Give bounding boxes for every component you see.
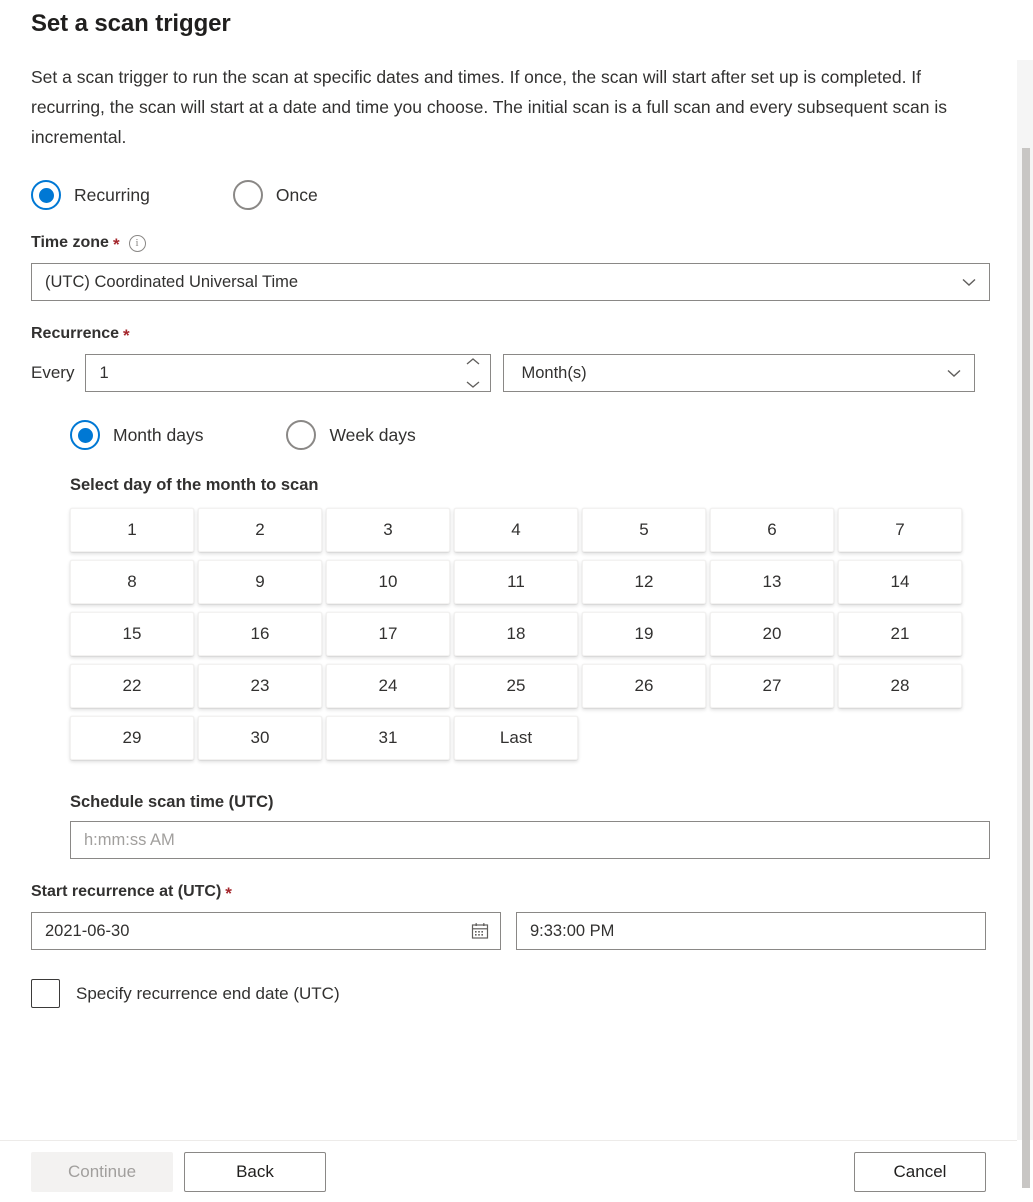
stepper-buttons[interactable] [460, 352, 486, 394]
day-cell[interactable]: 3 [326, 508, 450, 552]
recurrence-mode-radio-group: Month days Week days [70, 420, 986, 450]
day-cell[interactable]: 29 [70, 716, 194, 760]
day-cell[interactable]: 5 [582, 508, 706, 552]
radio-icon-once[interactable] [232, 180, 263, 210]
day-cell[interactable]: 14 [838, 560, 962, 604]
chevron-up-icon[interactable] [465, 352, 481, 371]
day-cell[interactable]: 2 [198, 508, 322, 552]
day-cell[interactable]: 23 [198, 664, 322, 708]
page-title: Set a scan trigger [31, 10, 231, 37]
day-cell[interactable]: 22 [70, 664, 194, 708]
specify-end-date-label: Specify recurrence end date (UTC) [76, 983, 340, 1003]
radio-dot [77, 427, 93, 443]
day-cell[interactable]: 13 [710, 560, 834, 604]
start-recurrence-label: Start recurrence at (UTC) * [31, 881, 986, 903]
radio-icon-month-days[interactable] [70, 420, 100, 450]
calendar-icon[interactable] [470, 921, 490, 941]
dialog-footer: Continue Back Cancel [0, 1140, 1017, 1202]
specify-end-date-checkbox-row[interactable]: Specify recurrence end date (UTC) [31, 979, 986, 1008]
day-cell[interactable]: 10 [326, 560, 450, 604]
recurrence-label: Recurrence * [31, 323, 986, 345]
radio-option-month-days[interactable]: Month days [70, 420, 203, 450]
time-zone-label: Time zone * i [31, 232, 986, 254]
recurrence-interval-row: Every 1 Month(s) [31, 354, 986, 392]
required-marker: * [225, 884, 232, 903]
radio-option-once[interactable]: Once [232, 180, 318, 210]
start-recurrence-row: 2021-06-30 9:33:00 PM [31, 912, 986, 950]
chevron-down-icon[interactable] [943, 362, 965, 384]
set-scan-trigger-dialog: Set a scan trigger Set a scan trigger to… [0, 0, 1033, 1202]
scrollbar-thumb[interactable] [1022, 148, 1030, 1188]
radio-label-week-days: Week days [329, 425, 416, 445]
dialog-content: Set a scan trigger Set a scan trigger to… [0, 0, 1017, 1140]
required-marker: * [112, 235, 120, 254]
radio-label-once: Once [275, 185, 318, 205]
info-icon[interactable]: i [128, 234, 146, 252]
scrollbar-track[interactable] [1017, 60, 1033, 1188]
radio-option-recurring[interactable]: Recurring [31, 180, 150, 210]
day-cell[interactable]: 4 [454, 508, 578, 552]
day-cell[interactable]: 27 [710, 664, 834, 708]
day-cell[interactable]: 24 [326, 664, 450, 708]
day-cell[interactable]: 20 [710, 612, 834, 656]
day-cell[interactable]: 9 [198, 560, 322, 604]
day-cell[interactable]: 17 [326, 612, 450, 656]
radio-label-month-days: Month days [113, 425, 204, 445]
radio-icon-recurring[interactable] [31, 180, 61, 210]
schedule-scan-time-label: Schedule scan time (UTC) [70, 793, 274, 811]
time-zone-value: (UTC) Coordinated Universal Time [45, 272, 299, 291]
time-zone-dropdown[interactable]: (UTC) Coordinated Universal Time [31, 263, 990, 301]
start-date-input[interactable]: 2021-06-30 [31, 912, 501, 950]
day-cell[interactable]: 7 [838, 508, 962, 552]
day-cell[interactable]: 15 [70, 612, 194, 656]
day-cell[interactable]: 18 [454, 612, 578, 656]
recurrence-label-text: Recurrence [31, 325, 120, 342]
schedule-scan-time-input[interactable]: h:mm:ss AM [70, 821, 990, 859]
trigger-mode-radio-group: Recurring Once [31, 180, 986, 210]
recurrence-detail-block: Month days Week days Select day of the m… [70, 420, 990, 859]
radio-icon-week-days[interactable] [286, 420, 317, 450]
start-time-value: 9:33:00 PM [530, 921, 615, 940]
day-cell[interactable]: 28 [838, 664, 962, 708]
day-picker-label: Select day of the month to scan [70, 476, 319, 494]
start-recurrence-label-text: Start recurrence at (UTC) [31, 883, 222, 900]
radio-label-recurring: Recurring [74, 185, 150, 205]
start-date-value: 2021-06-30 [45, 921, 130, 940]
day-cell[interactable]: 1 [70, 508, 194, 552]
recurrence-unit-value: Month(s) [521, 363, 587, 382]
day-cell[interactable]: 19 [582, 612, 706, 656]
recurrence-interval-stepper[interactable]: 1 [85, 352, 492, 394]
dialog-description: Set a scan trigger to run the scan at sp… [31, 67, 947, 147]
month-day-grid: 1 2 3 4 5 6 7 8 9 10 11 12 13 14 15 16 1… [70, 508, 962, 760]
day-cell[interactable]: 16 [198, 612, 322, 656]
radio-dot [38, 187, 54, 203]
start-time-input[interactable]: 9:33:00 PM [516, 912, 986, 950]
time-zone-label-text: Time zone [31, 234, 109, 251]
day-cell[interactable]: 11 [454, 560, 578, 604]
day-cell[interactable]: 30 [198, 716, 322, 760]
day-cell[interactable]: 6 [710, 508, 834, 552]
chevron-down-icon[interactable] [465, 375, 481, 394]
recurrence-interval-value: 1 [99, 363, 109, 382]
required-marker: * [123, 326, 130, 345]
back-button[interactable]: Back [184, 1151, 326, 1192]
cancel-button[interactable]: Cancel [854, 1151, 986, 1192]
chevron-down-icon[interactable] [958, 271, 980, 293]
day-cell-last[interactable]: Last [454, 716, 578, 760]
day-cell[interactable]: 31 [326, 716, 450, 760]
recurrence-unit-dropdown[interactable]: Month(s) [503, 354, 976, 392]
day-cell[interactable]: 26 [582, 664, 706, 708]
every-label: Every [31, 363, 75, 382]
day-cell[interactable]: 8 [70, 560, 194, 604]
radio-option-week-days[interactable]: Week days [286, 420, 416, 450]
schedule-scan-time-placeholder: h:mm:ss AM [84, 830, 175, 849]
day-cell[interactable]: 12 [582, 560, 706, 604]
day-cell[interactable]: 21 [838, 612, 962, 656]
checkbox-icon[interactable] [31, 979, 60, 1008]
day-cell[interactable]: 25 [454, 664, 578, 708]
continue-button[interactable]: Continue [31, 1151, 173, 1192]
